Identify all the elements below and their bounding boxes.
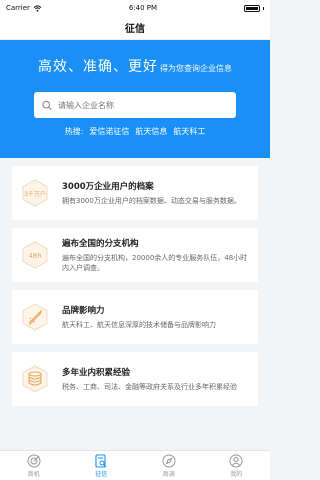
target-icon bbox=[27, 454, 41, 467]
clock-48h-icon: 48h bbox=[22, 241, 48, 269]
card-desc: 税务、工商、司法、金融等政府关系及行业多年积累经验 bbox=[62, 383, 237, 391]
card-title: 3000万企业用户的档案 bbox=[62, 182, 154, 192]
hot-search: 热搜: 爱信诺征信 航天信息 航天科工 bbox=[0, 126, 270, 137]
card-desc: 遍布全国的分支机构，20000余人的专业服务队伍，48小时内入户调查。 bbox=[62, 254, 248, 272]
page-title: 征信 bbox=[125, 24, 145, 35]
card-text: 遍布全国的分支机构 遍布全国的分支机构，20000余人的专业服务队伍，48小时内… bbox=[62, 237, 250, 273]
document-search-icon bbox=[95, 453, 107, 468]
hot-item[interactable]: 航天信息 bbox=[135, 126, 167, 137]
battery-icon bbox=[243, 4, 260, 12]
card-desc: 航天科工、航天信息深厚的技术储备与品牌影响力 bbox=[62, 321, 216, 329]
nav-bar: 征信 bbox=[0, 16, 270, 40]
hot-label: 热搜: bbox=[64, 127, 84, 136]
search-icon bbox=[42, 100, 52, 110]
card-text: 3000万企业用户的档案 拥有3000万企业用户的档案数据、动态交易与服务数据。 bbox=[62, 180, 250, 206]
slogan-sub: 得为您查询企业信息 bbox=[160, 64, 232, 73]
wifi-icon bbox=[33, 4, 42, 12]
tab-bar: 商机 征信 商调 我的 bbox=[0, 450, 270, 480]
feature-card: 3千万户 3000万企业用户的档案 拥有3000万企业用户的档案数据、动态交易与… bbox=[12, 166, 258, 220]
archive-icon-text: 3千万户 bbox=[24, 190, 46, 198]
slogan: 高效、准确、更好 得为您查询企业信息 bbox=[0, 56, 270, 76]
hot-item[interactable]: 航天科工 bbox=[173, 126, 205, 137]
tab-investigation[interactable]: 商调 bbox=[135, 451, 203, 480]
card-text: 多年业内积累经验 税务、工商、司法、金融等政府关系及行业多年积累经验 bbox=[62, 366, 250, 392]
feature-card: 48h 遍布全国的分支机构 遍布全国的分支机构，20000余人的专业服务队伍，4… bbox=[12, 228, 258, 282]
tab-credit[interactable]: 征信 bbox=[68, 451, 136, 480]
status-left: Carrier bbox=[6, 4, 42, 12]
search-box[interactable] bbox=[34, 92, 236, 118]
card-title: 遍布全国的分支机构 bbox=[62, 239, 139, 249]
feature-list: 3千万户 3000万企业用户的档案 拥有3000万企业用户的档案数据、动态交易与… bbox=[0, 158, 270, 422]
hero-banner: 高效、准确、更好 得为您查询企业信息 热搜: 爱信诺征信 航天信息 航天科工 bbox=[0, 40, 270, 158]
clock-icon-text: 48h bbox=[28, 252, 41, 260]
status-bar: Carrier 6:40 PM bbox=[0, 0, 270, 16]
slogan-main: 高效、准确、更好 bbox=[38, 59, 158, 75]
profile-icon bbox=[229, 454, 243, 467]
feature-card: 多年业内积累经验 税务、工商、司法、金融等政府关系及行业多年积累经验 bbox=[12, 352, 258, 406]
tab-profile[interactable]: 我的 bbox=[203, 451, 271, 480]
card-desc: 拥有3000万企业用户的档案数据、动态交易与服务数据。 bbox=[62, 197, 241, 205]
battery-tip bbox=[262, 6, 264, 10]
card-text: 品牌影响力 航天科工、航天信息深厚的技术储备与品牌影响力 bbox=[62, 304, 250, 330]
status-right bbox=[243, 4, 264, 12]
status-time: 6:40 PM bbox=[128, 4, 158, 12]
tab-business[interactable]: 商机 bbox=[0, 451, 68, 480]
tab-label: 我的 bbox=[230, 470, 243, 478]
hot-item[interactable]: 爱信诺征信 bbox=[89, 126, 129, 137]
feature-card: 品牌影响力 航天科工、航天信息深厚的技术储备与品牌影响力 bbox=[12, 290, 258, 344]
tab-label: 商调 bbox=[162, 470, 175, 478]
card-title: 多年业内积累经验 bbox=[62, 368, 131, 378]
search-input[interactable] bbox=[58, 100, 228, 110]
compass-icon bbox=[162, 454, 176, 467]
tab-label: 商机 bbox=[27, 470, 40, 478]
carrier-label: Carrier bbox=[6, 4, 30, 12]
card-title: 品牌影响力 bbox=[62, 306, 105, 316]
database-icon bbox=[22, 365, 48, 393]
archive-icon: 3千万户 bbox=[22, 179, 48, 207]
tab-label: 征信 bbox=[95, 470, 108, 478]
rocket-icon bbox=[22, 303, 48, 331]
